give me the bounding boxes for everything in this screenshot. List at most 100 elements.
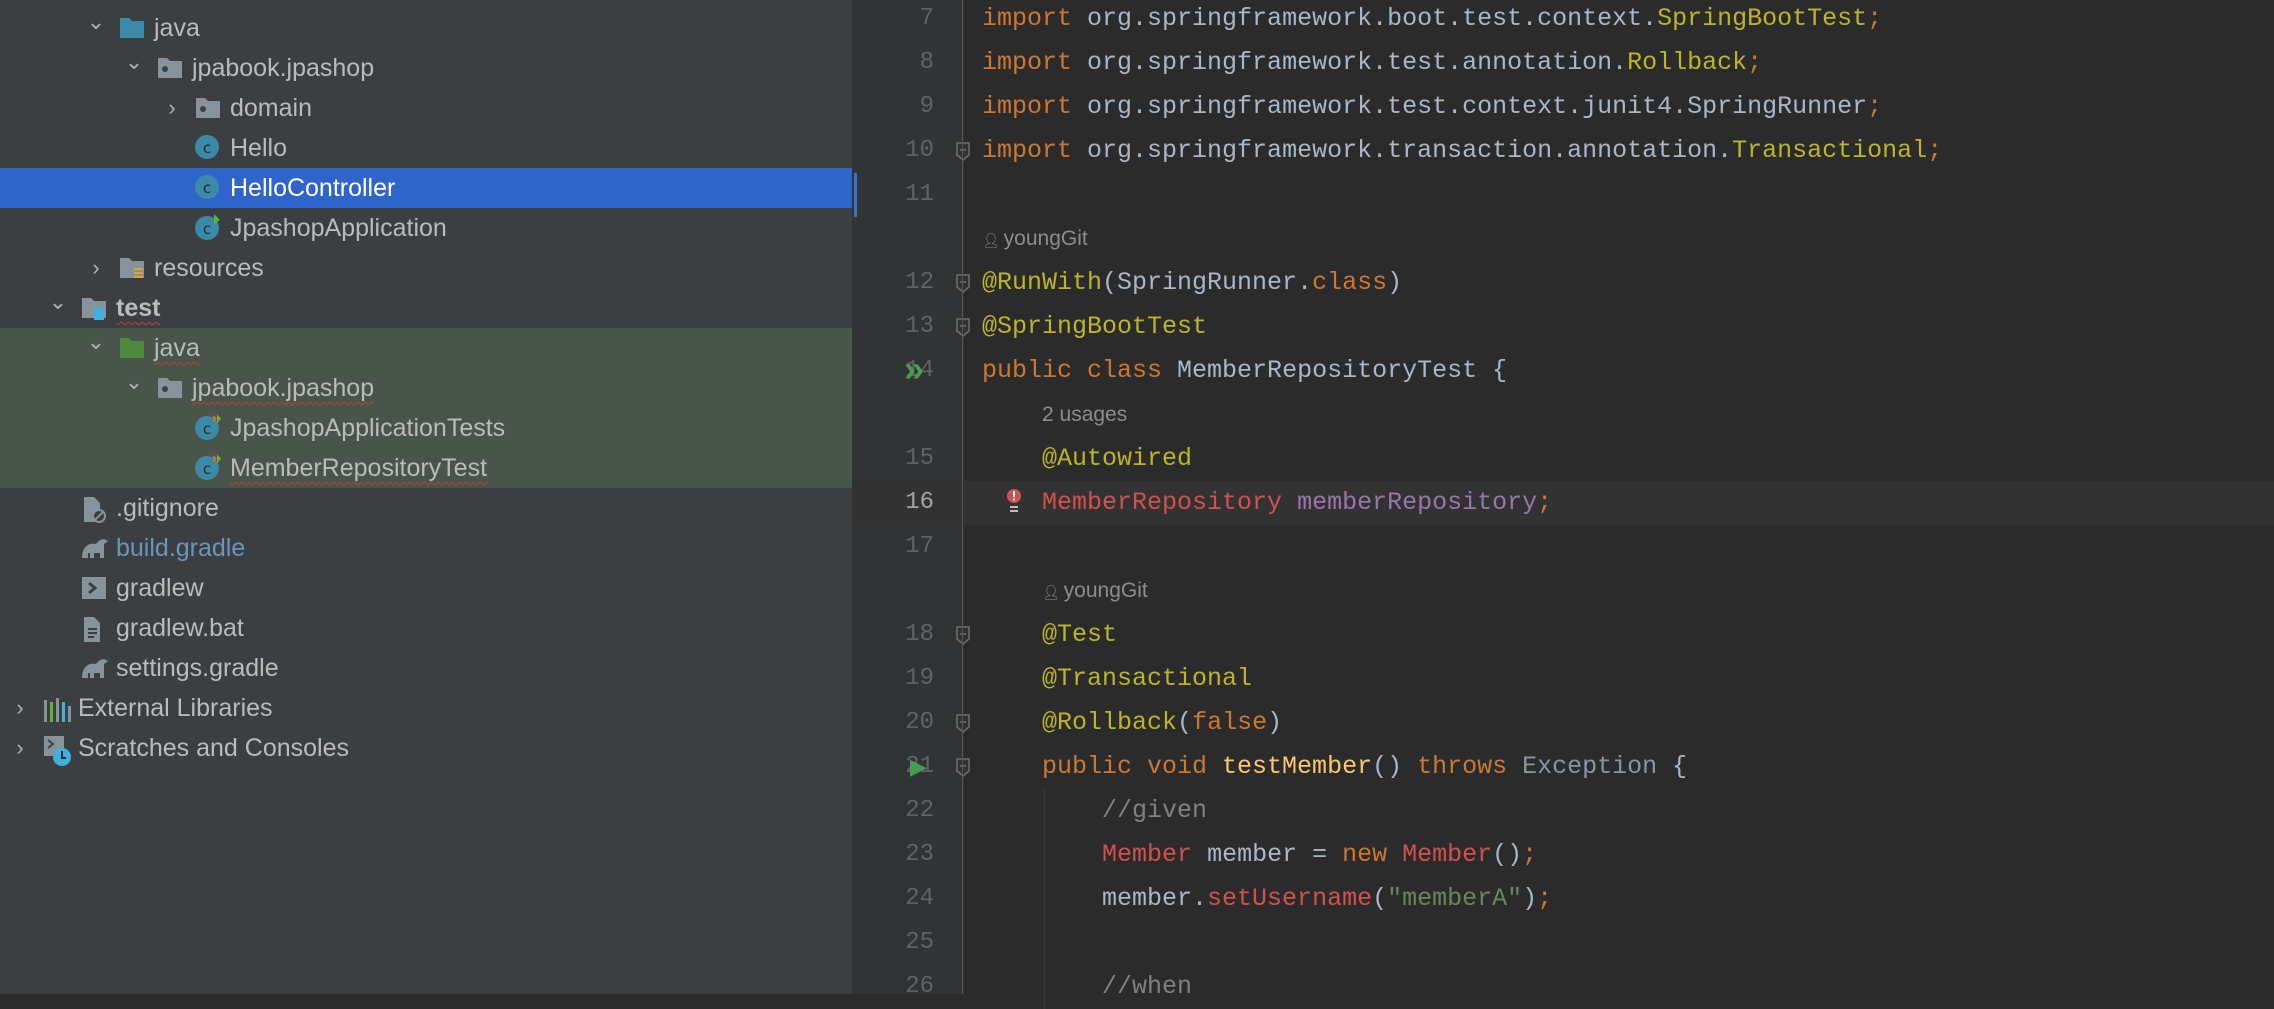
line-number[interactable]: 25 — [854, 921, 934, 965]
chevron-down-icon[interactable]: ⌄ — [122, 368, 146, 408]
chevron-down-icon[interactable]: ⌄ — [46, 288, 70, 328]
code-line[interactable]: 13 @SpringBootTest — [854, 305, 2274, 349]
line-number[interactable]: 20 — [854, 701, 934, 745]
tree-item-domain[interactable]: › domain — [0, 88, 852, 128]
line-number[interactable]: 19 — [854, 657, 934, 701]
code-line[interactable]: 26 //when — [854, 965, 2274, 1009]
code-token: ) — [1522, 884, 1538, 913]
line-number[interactable]: 10 — [854, 129, 934, 173]
chevron-right-icon[interactable]: › — [160, 88, 184, 128]
tree-item-java[interactable]: ⌄ java — [0, 328, 852, 368]
code-line[interactable]: 15 @Autowired — [854, 437, 2274, 481]
tree-item-gitignore[interactable]: .gitignore — [0, 488, 852, 528]
code-line[interactable]: 25 — [854, 921, 2274, 965]
chevron-down-icon[interactable]: ⌄ — [84, 328, 108, 368]
line-number[interactable]: 7 — [854, 0, 934, 41]
code-author-hint[interactable]: 👤︎ youngGit — [854, 569, 2274, 613]
line-number[interactable]: 13 — [854, 305, 934, 349]
tree-item-build-gradle[interactable]: build.gradle — [0, 528, 852, 568]
tree-item-label: java — [154, 14, 200, 42]
code-text: MemberRepository memberRepository; — [982, 481, 1552, 525]
tree-item-test[interactable]: ⌄ test — [0, 288, 852, 328]
line-number[interactable]: 9 — [854, 85, 934, 129]
code-token: member. — [982, 884, 1208, 913]
code-line[interactable]: 14» public class MemberRepositoryTest { — [854, 349, 2274, 393]
line-number[interactable]: 18 — [854, 613, 934, 657]
tree-item-jpashopapplicationtests[interactable]: c JpashopApplicationTests — [0, 408, 852, 448]
run-icon[interactable]: ▶ — [910, 745, 927, 789]
code-token: ; — [1747, 48, 1763, 77]
tree-item-gradlew[interactable]: gradlew — [0, 568, 852, 608]
line-number[interactable]: 12 — [854, 261, 934, 305]
chevron-down-icon[interactable]: ⌄ — [46, 0, 70, 8]
fold-toggle-icon[interactable] — [955, 129, 971, 173]
code-usages-hint[interactable]: 2 usages — [854, 393, 2274, 437]
code-line[interactable]: 20 @Rollback(false) — [854, 701, 2274, 745]
tree-item-jpabook-jpashop[interactable]: ⌄ jpabook.jpashop — [0, 48, 852, 88]
code-line[interactable]: 7 import org.springframework.boot.test.co… — [854, 0, 2274, 41]
chevron-right-icon[interactable]: › — [8, 728, 32, 768]
code-text: import org.springframework.transaction.a… — [982, 129, 1942, 173]
tree-item-label: test — [116, 294, 161, 322]
fold-toggle-icon[interactable] — [955, 701, 971, 745]
code-line[interactable]: 12 @RunWith(SpringRunner.class) — [854, 261, 2274, 305]
code-line[interactable]: 23 Member member = new Member(); — [854, 833, 2274, 877]
code-line[interactable]: 11 — [854, 173, 2274, 217]
line-number[interactable]: 8 — [854, 41, 934, 85]
code-line[interactable]: 8 import org.springframework.test.annotat… — [854, 41, 2274, 85]
tree-item-jpabook-jpashop[interactable]: ⌄ jpabook.jpashop — [0, 368, 852, 408]
chevron-right-icon[interactable]: › — [8, 688, 32, 728]
tree-item-external-libraries[interactable]: › External Libraries — [0, 688, 852, 728]
fold-toggle-icon[interactable] — [955, 745, 971, 789]
fold-toggle-icon[interactable] — [955, 613, 971, 657]
tree-item-label: External Libraries — [78, 694, 273, 722]
line-number[interactable]: 16 — [854, 481, 934, 525]
ignored-file-icon — [80, 496, 108, 523]
line-number[interactable]: 15 — [854, 437, 934, 481]
vcs-change-marker[interactable] — [854, 173, 857, 217]
source-root-folder-icon — [80, 296, 108, 320]
tree-item-settings-gradle[interactable]: settings.gradle — [0, 648, 852, 688]
tree-item-scratches-and-consoles[interactable]: › Scratches and Consoles — [0, 728, 852, 768]
line-number[interactable]: 26 — [854, 965, 934, 1009]
code-line[interactable]: 16 MemberRepository memberRepository; — [854, 481, 2274, 525]
code-author-hint[interactable]: 👤︎ youngGit — [854, 217, 2274, 261]
code-token: testMember — [1222, 752, 1373, 781]
code-line[interactable]: 17 — [854, 525, 2274, 569]
package-icon — [194, 96, 222, 120]
code-line[interactable]: 18 @Test — [854, 613, 2274, 657]
code-token: //given — [1102, 796, 1208, 825]
code-token: ( — [1372, 884, 1388, 913]
code-line[interactable]: 9 import org.springframework.test.context… — [854, 85, 2274, 129]
hint-text: 2 usages — [1042, 403, 1128, 426]
line-number[interactable]: 24 — [854, 877, 934, 921]
run-all-icon[interactable]: » — [904, 349, 924, 393]
code-line[interactable]: 24 member.setUsername("memberA"); — [854, 877, 2274, 921]
chevron-right-icon[interactable]: › — [84, 248, 108, 288]
code-line[interactable]: 22 //given — [854, 789, 2274, 833]
fold-toggle-icon[interactable] — [955, 305, 971, 349]
tree-item-main[interactable]: ⌄ main — [0, 0, 852, 8]
line-number[interactable]: 17 — [854, 525, 934, 569]
tree-item-memberrepositorytest[interactable]: c MemberRepositoryTest — [0, 448, 852, 488]
test-class-icon: c — [194, 414, 222, 440]
tree-item-hellocontroller[interactable]: c HelloController — [0, 168, 852, 208]
package-icon — [156, 376, 184, 400]
chevron-down-icon[interactable]: ⌄ — [84, 8, 108, 48]
hint-text: youngGit — [1003, 227, 1088, 250]
code-line[interactable]: 19 @Transactional — [854, 657, 2274, 701]
tree-item-hello[interactable]: c Hello — [0, 128, 852, 168]
code-line[interactable]: 10 import org.springframework.transaction… — [854, 129, 2274, 173]
code-line[interactable]: 21 ▶ public void testMember() throws Exce… — [854, 745, 2274, 789]
chevron-down-icon[interactable]: ⌄ — [122, 48, 146, 88]
line-number[interactable]: 22 — [854, 789, 934, 833]
tree-item-jpashopapplication[interactable]: c JpashopApplication — [0, 208, 852, 248]
line-number[interactable]: 23 — [854, 833, 934, 877]
tree-item-java[interactable]: ⌄ java — [0, 8, 852, 48]
fold-toggle-icon[interactable] — [955, 261, 971, 305]
line-number[interactable]: 11 — [854, 173, 934, 217]
tree-item-gradlew-bat[interactable]: gradlew.bat — [0, 608, 852, 648]
tree-item-resources[interactable]: › resources — [0, 248, 852, 288]
svg-text:c: c — [203, 139, 211, 157]
